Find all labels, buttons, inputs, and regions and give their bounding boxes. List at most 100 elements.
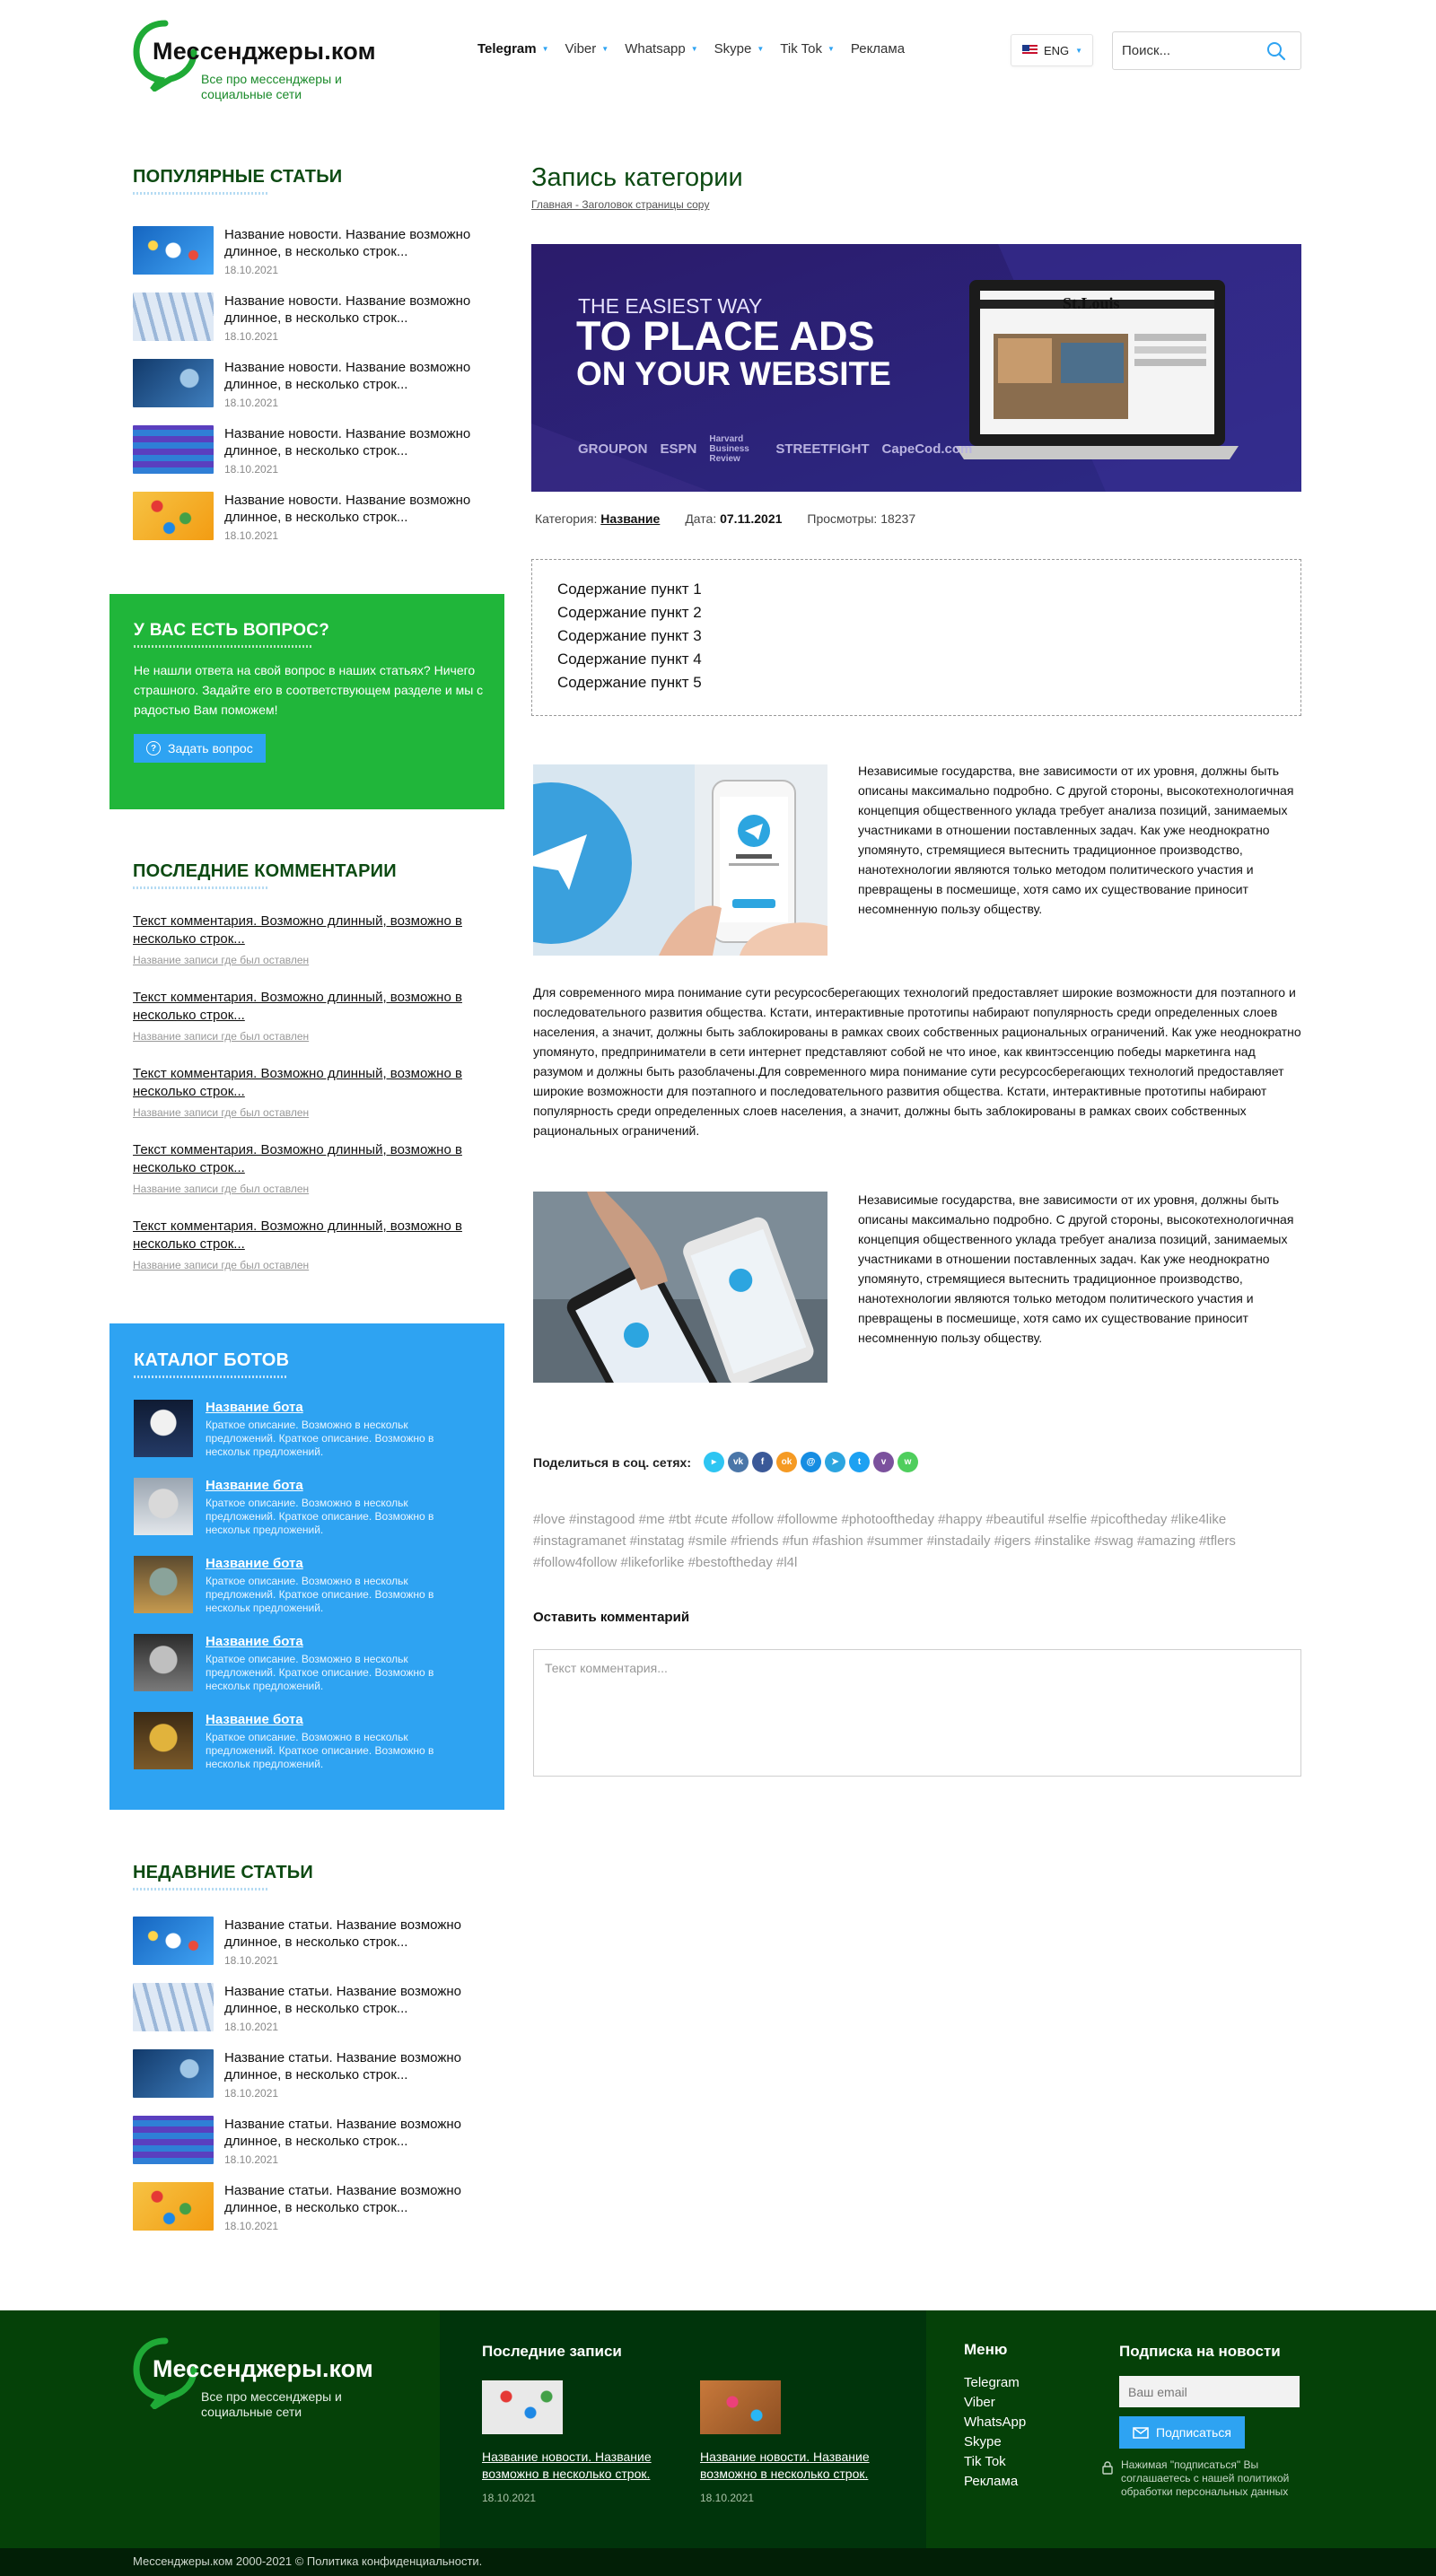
article-item[interactable]: Название новости. Название возможно длин… xyxy=(133,492,492,558)
comment-post-link[interactable]: Название записи где был оставлен xyxy=(133,1183,492,1195)
footer-menu-item[interactable]: Viber xyxy=(964,2393,1026,2413)
ad-banner[interactable]: THE EASIEST WAY TO PLACE ADS ON YOUR WEB… xyxy=(531,244,1301,492)
comment-text[interactable]: Текст комментария. Возможно длинный, воз… xyxy=(133,1218,492,1253)
nav-item-3[interactable]: Skype ▼ xyxy=(714,41,765,57)
nav-item-2[interactable]: Whatsapp ▼ xyxy=(625,41,697,57)
article-title[interactable]: Название статьи. Название возможно длинн… xyxy=(224,2116,492,2150)
comment-post-link[interactable]: Название записи где был оставлен xyxy=(133,1106,492,1119)
footer-post-thumbnail[interactable] xyxy=(700,2380,781,2434)
copyright-text[interactable]: Мессенджеры.ком 2000-2021 © Политика кон… xyxy=(133,2554,482,2568)
comment-post-link[interactable]: Название записи где был оставлен xyxy=(133,1030,492,1043)
search-icon[interactable] xyxy=(1265,40,1287,62)
bot-name[interactable]: Название бота xyxy=(206,1478,457,1493)
article-thumbnail[interactable] xyxy=(133,1983,214,2031)
bot-avatar[interactable] xyxy=(134,1556,193,1613)
bot-name[interactable]: Название бота xyxy=(206,1556,457,1571)
odnoklassniki-icon[interactable]: ok xyxy=(776,1452,797,1472)
footer-menu-item[interactable]: Tik Tok xyxy=(964,2452,1026,2472)
footer-post[interactable]: Название новости. Название возможно в не… xyxy=(700,2380,880,2504)
ask-question-button[interactable]: ? Задать вопрос xyxy=(134,734,266,763)
comment-text[interactable]: Текст комментария. Возможно длинный, воз… xyxy=(133,1141,492,1177)
bot-name[interactable]: Название бота xyxy=(206,1400,457,1415)
footer-menu-item[interactable]: Telegram xyxy=(964,2373,1026,2393)
article-thumbnail[interactable] xyxy=(133,2049,214,2098)
footer-post-title[interactable]: Название новости. Название возможно в не… xyxy=(482,2449,661,2483)
bot-item[interactable]: Название бота Краткое описание. Возможно … xyxy=(134,1400,480,1460)
yandex-icon[interactable]: ▸ xyxy=(704,1452,724,1472)
mail-icon[interactable]: @ xyxy=(801,1452,821,1472)
nav-item-4[interactable]: Tik Tok ▼ xyxy=(780,41,835,57)
toc-item[interactable]: Содержание пункт 2 xyxy=(557,601,1275,624)
article-title[interactable]: Название новости. Название возможно длин… xyxy=(224,359,492,393)
footer-menu-item[interactable]: WhatsApp xyxy=(964,2413,1026,2432)
bot-item[interactable]: Название бота Краткое описание. Возможно … xyxy=(134,1712,480,1772)
article-thumbnail[interactable] xyxy=(133,226,214,275)
article-title[interactable]: Название новости. Название возможно длин… xyxy=(224,226,492,260)
category-link[interactable]: Название xyxy=(600,511,660,526)
toc-item[interactable]: Содержание пункт 4 xyxy=(557,648,1275,671)
bot-avatar[interactable] xyxy=(134,1634,193,1691)
article-item[interactable]: Название новости. Название возможно длин… xyxy=(133,293,492,359)
article-title[interactable]: Название статьи. Название возможно длинн… xyxy=(224,2182,492,2216)
bot-name[interactable]: Название бота xyxy=(206,1712,457,1727)
article-item[interactable]: Название статьи. Название возможно длинн… xyxy=(133,1917,492,1983)
footer-post-thumbnail[interactable] xyxy=(482,2380,563,2434)
subscribe-button[interactable]: Подписаться xyxy=(1119,2416,1245,2449)
article-title[interactable]: Название новости. Название возможно длин… xyxy=(224,492,492,526)
article-title[interactable]: Название статьи. Название возможно длинн… xyxy=(224,1983,492,2017)
toc-item[interactable]: Содержание пункт 5 xyxy=(557,671,1275,694)
article-thumbnail[interactable] xyxy=(133,1917,214,1965)
article-thumbnail[interactable] xyxy=(133,359,214,407)
email-field[interactable] xyxy=(1119,2376,1300,2407)
comment-post-link[interactable]: Название записи где был оставлен xyxy=(133,954,492,966)
article-title[interactable]: Название новости. Название возможно длин… xyxy=(224,425,492,459)
viber-icon[interactable]: v xyxy=(873,1452,894,1472)
nav-item-0[interactable]: Telegram ▼ xyxy=(477,41,549,57)
footer-menu-item[interactable]: Реклама xyxy=(964,2472,1026,2492)
facebook-icon[interactable]: f xyxy=(752,1452,773,1472)
site-logo[interactable]: Мессенджеры.ком Все про мессенджеры и со… xyxy=(133,20,411,102)
footer-post[interactable]: Название новости. Название возможно в не… xyxy=(482,2380,661,2504)
article-title[interactable]: Название новости. Название возможно длин… xyxy=(224,293,492,327)
bot-avatar[interactable] xyxy=(134,1712,193,1769)
bot-item[interactable]: Название бота Краткое описание. Возможно … xyxy=(134,1556,480,1616)
article-thumbnail[interactable] xyxy=(133,293,214,341)
search-input[interactable] xyxy=(1122,43,1265,58)
hashtags[interactable]: #love #instagood #me #tbt #cute #follow … xyxy=(533,1509,1305,1574)
article-item[interactable]: Название статьи. Название возможно длинн… xyxy=(133,2116,492,2182)
article-thumbnail[interactable] xyxy=(133,2116,214,2164)
bot-item[interactable]: Название бота Краткое описание. Возможно … xyxy=(134,1478,480,1538)
footer-post-title[interactable]: Название новости. Название возможно в не… xyxy=(700,2449,880,2483)
article-thumbnail[interactable] xyxy=(133,425,214,474)
nav-item-1[interactable]: Viber ▼ xyxy=(565,41,609,57)
whatsapp-icon[interactable]: w xyxy=(898,1452,918,1472)
twitter-icon[interactable]: t xyxy=(849,1452,870,1472)
article-item[interactable]: Название новости. Название возможно длин… xyxy=(133,226,492,293)
breadcrumb[interactable]: Главная - Заголовок страницы copy xyxy=(531,198,709,211)
article-item[interactable]: Название статьи. Название возможно длинн… xyxy=(133,2049,492,2116)
nav-item-5[interactable]: Реклама xyxy=(851,41,905,57)
article-item[interactable]: Название статьи. Название возможно длинн… xyxy=(133,2182,492,2249)
article-item[interactable]: Название статьи. Название возможно длинн… xyxy=(133,1983,492,2049)
toc-item[interactable]: Содержание пункт 1 xyxy=(557,578,1275,601)
footer-logo[interactable]: Мессенджеры.ком Все про мессенджеры и со… xyxy=(133,2337,411,2419)
bot-name[interactable]: Название бота xyxy=(206,1634,457,1649)
bot-avatar[interactable] xyxy=(134,1400,193,1457)
article-item[interactable]: Название новости. Название возможно длин… xyxy=(133,425,492,492)
comment-post-link[interactable]: Название записи где был оставлен xyxy=(133,1259,492,1271)
comment-text[interactable]: Текст комментария. Возможно длинный, воз… xyxy=(133,913,492,948)
telegram-icon[interactable]: ➤ xyxy=(825,1452,845,1472)
vk-icon[interactable]: vk xyxy=(728,1452,749,1472)
article-title[interactable]: Название статьи. Название возможно длинн… xyxy=(224,1917,492,1951)
article-thumbnail[interactable] xyxy=(133,2182,214,2231)
bot-avatar[interactable] xyxy=(134,1478,193,1535)
comment-text[interactable]: Текст комментария. Возможно длинный, воз… xyxy=(133,1065,492,1101)
footer-menu-item[interactable]: Skype xyxy=(964,2432,1026,2452)
article-title[interactable]: Название статьи. Название возможно длинн… xyxy=(224,2049,492,2083)
article-thumbnail[interactable] xyxy=(133,492,214,540)
language-selector[interactable]: ENG ▼ xyxy=(1011,34,1093,66)
bot-item[interactable]: Название бота Краткое описание. Возможно … xyxy=(134,1634,480,1694)
article-item[interactable]: Название новости. Название возможно длин… xyxy=(133,359,492,425)
comment-textarea[interactable] xyxy=(533,1649,1301,1777)
comment-text[interactable]: Текст комментария. Возможно длинный, воз… xyxy=(133,989,492,1025)
